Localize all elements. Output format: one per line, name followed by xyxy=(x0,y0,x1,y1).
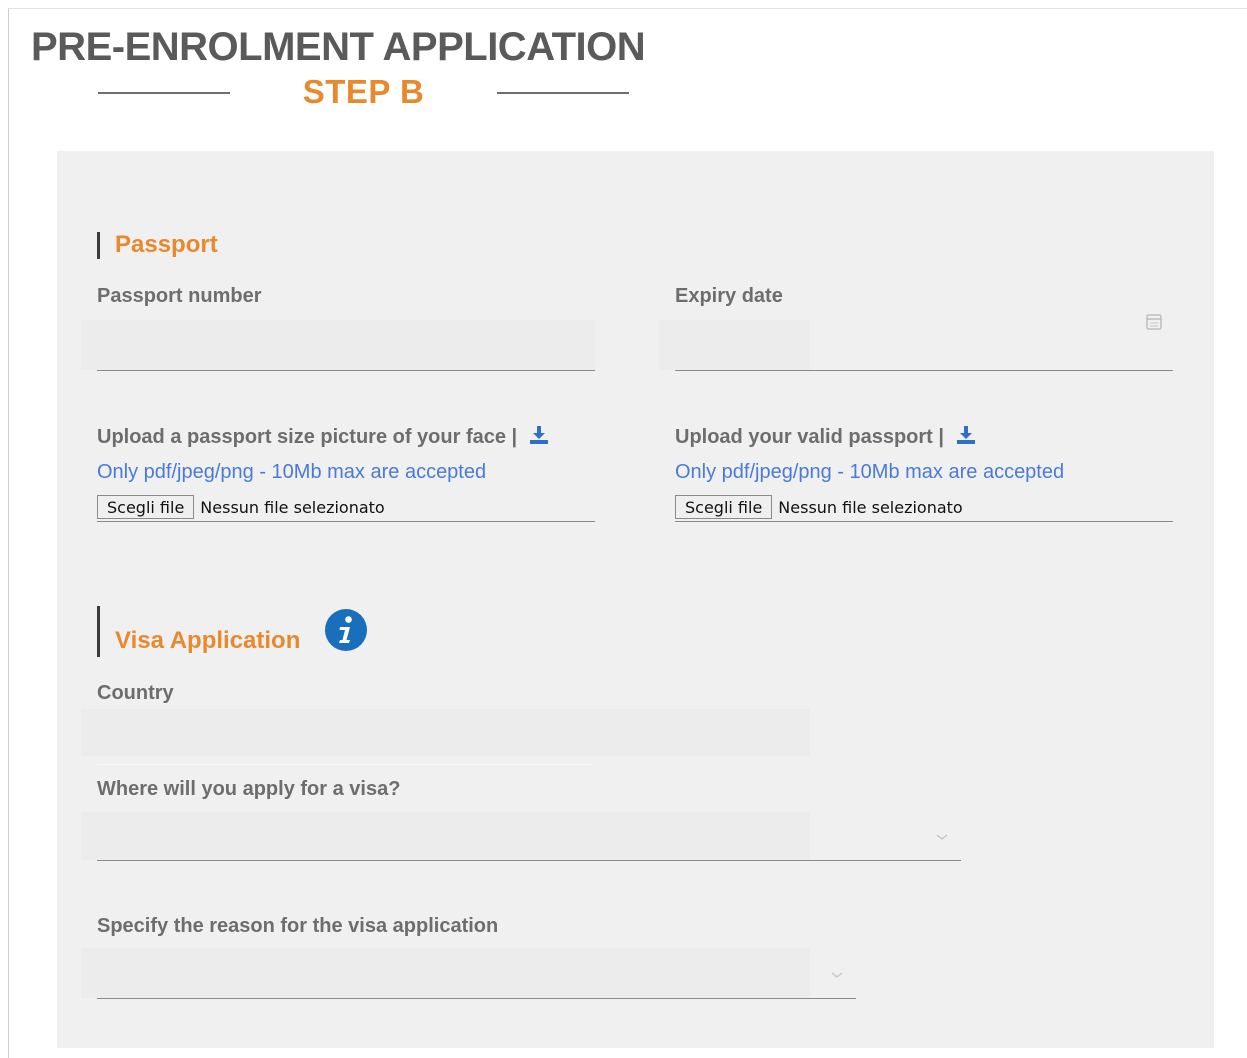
step-indicator: STEP B xyxy=(98,72,629,112)
apply-where-label: Where will you apply for a visa? xyxy=(97,778,401,800)
photo-file-status: Nessun file selezionato xyxy=(200,497,385,517)
page-frame-top-border xyxy=(8,8,1247,9)
chevron-down-icon[interactable] xyxy=(830,970,844,980)
passport-upload-label: Upload your valid passport | xyxy=(675,426,944,448)
photo-choose-file-button[interactable]: Scegli file xyxy=(97,495,195,519)
section-marker-bar xyxy=(97,606,100,657)
page-title: PRE-ENROLMENT APPLICATION xyxy=(31,25,646,69)
passport-file-input[interactable]: Scegli file Nessun file selezionato xyxy=(675,493,963,521)
download-icon[interactable] xyxy=(956,425,976,445)
photo-upload-label-row: Upload a passport size picture of your f… xyxy=(97,425,549,449)
passport-number-label: Passport number xyxy=(97,285,262,307)
visa-reason-label: Specify the reason for the visa applicat… xyxy=(97,915,499,937)
visa-reason-underline xyxy=(97,998,856,999)
apply-where-underline xyxy=(97,860,961,861)
download-icon[interactable] xyxy=(529,425,549,445)
chevron-down-icon[interactable] xyxy=(935,832,949,842)
passport-choose-file-button[interactable]: Scegli file xyxy=(675,495,773,519)
photo-upload-underline xyxy=(97,521,595,522)
passport-file-status: Nessun file selezionato xyxy=(778,497,963,517)
photo-upload-hint: Only pdf/jpeg/png - 10Mb max are accepte… xyxy=(97,461,487,483)
section-marker-bar xyxy=(97,232,100,259)
country-underline xyxy=(97,764,593,765)
passport-upload-underline xyxy=(675,521,1173,522)
passport-section-title: Passport xyxy=(97,231,218,259)
apply-where-select[interactable] xyxy=(81,812,810,860)
photo-file-input[interactable]: Scegli file Nessun file selezionato xyxy=(97,493,385,521)
country-field[interactable] xyxy=(81,709,810,756)
passport-number-field[interactable] xyxy=(81,320,595,370)
visa-reason-select[interactable] xyxy=(81,948,810,998)
passport-section-heading: Passport xyxy=(115,231,218,258)
passport-number-underline xyxy=(97,370,595,371)
page-frame-left-border xyxy=(8,8,9,1058)
passport-upload-hint: Only pdf/jpeg/png - 10Mb max are accepte… xyxy=(675,461,1065,483)
country-label: Country xyxy=(97,682,174,704)
expiry-date-field[interactable] xyxy=(659,320,810,370)
visa-section-heading: Visa Application xyxy=(115,627,301,654)
step-divider-right xyxy=(497,92,629,94)
expiry-date-underline xyxy=(675,370,1173,371)
visa-section-title: Visa Application xyxy=(97,606,300,657)
calendar-icon[interactable] xyxy=(1146,313,1162,330)
passport-upload-label-row: Upload your valid passport | xyxy=(675,425,976,449)
info-icon[interactable] xyxy=(324,608,368,652)
expiry-date-label: Expiry date xyxy=(675,285,783,307)
photo-upload-label: Upload a passport size picture of your f… xyxy=(97,426,518,448)
